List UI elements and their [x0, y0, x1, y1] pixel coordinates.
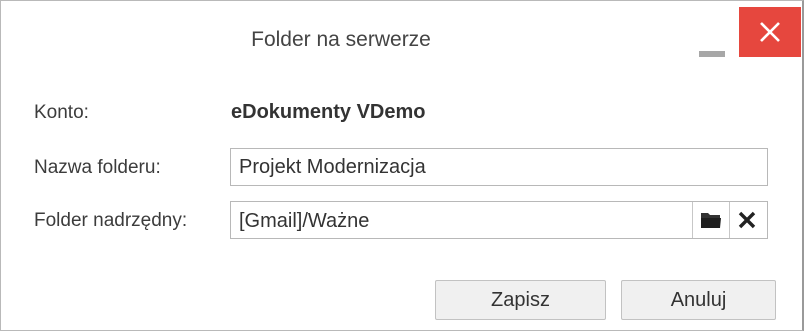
dialog-title: Folder na serwerze	[251, 28, 431, 51]
close-icon	[760, 22, 780, 42]
close-button[interactable]	[739, 7, 801, 57]
account-label: Konto:	[34, 102, 89, 123]
minimize-icon	[699, 51, 725, 57]
parent-folder-field[interactable]: [Gmail]/Ważne	[230, 201, 768, 239]
folder-name-label: Nazwa folderu:	[34, 157, 161, 178]
clear-x-icon	[738, 211, 756, 229]
parent-folder-value: [Gmail]/Ważne	[239, 210, 370, 232]
save-button[interactable]: Zapisz	[435, 280, 606, 320]
folder-icon	[701, 213, 721, 228]
cancel-button[interactable]: Anuluj	[621, 280, 776, 320]
folder-name-input[interactable]	[230, 148, 768, 186]
minimize-button[interactable]	[691, 19, 731, 63]
account-value: eDokumenty VDemo	[231, 101, 426, 123]
folder-dialog: Folder na serwerze Konto: eDokumenty VDe…	[0, 0, 804, 331]
browse-folder-button[interactable]	[692, 202, 729, 238]
parent-folder-label: Folder nadrzędny:	[34, 210, 188, 231]
clear-parent-folder-button[interactable]	[729, 202, 766, 238]
dialog-titlebar: Folder na serwerze	[1, 1, 802, 73]
